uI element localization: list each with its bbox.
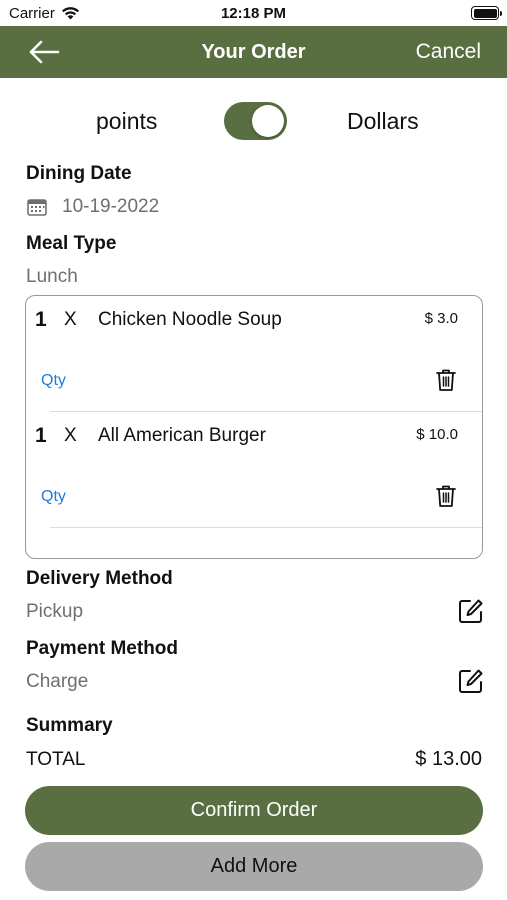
payment-method-heading: Payment Method	[26, 638, 179, 659]
item-quantity: 1	[35, 308, 47, 331]
item-name: All American Burger	[98, 425, 266, 446]
total-value: $ 13.00	[415, 748, 482, 770]
toggle-knob	[252, 105, 284, 137]
meal-type-heading: Meal Type	[26, 233, 117, 254]
qty-button[interactable]: Qty	[41, 488, 66, 506]
dollars-label: Dollars	[347, 108, 419, 134]
edit-payment-icon[interactable]	[458, 668, 484, 694]
order-items-list: 1 X Chicken Noodle Soup $ 3.0 Qty 1 X Al…	[25, 295, 483, 559]
item-price: $ 3.0	[424, 310, 458, 327]
order-item-row: 1 X All American Burger $ 10.0 Qty	[26, 412, 482, 528]
confirm-order-button[interactable]: Confirm Order	[25, 786, 483, 835]
item-name: Chicken Noodle Soup	[98, 309, 282, 330]
delivery-method-heading: Delivery Method	[26, 568, 173, 589]
item-quantity: 1	[35, 424, 47, 447]
calendar-icon	[27, 199, 47, 216]
item-multiply-sign: X	[64, 425, 77, 446]
dining-date-value: 10-19-2022	[62, 196, 160, 217]
summary-heading: Summary	[26, 715, 113, 736]
total-label: TOTAL	[26, 749, 86, 770]
cancel-button[interactable]: Cancel	[416, 40, 481, 64]
dining-date-heading: Dining Date	[26, 163, 132, 184]
item-price: $ 10.0	[416, 426, 458, 443]
trash-icon[interactable]	[435, 368, 457, 392]
clock: 12:18 PM	[220, 5, 287, 22]
add-more-button[interactable]: Add More	[25, 842, 483, 891]
payment-method-value: Charge	[26, 671, 89, 692]
currency-toggle[interactable]	[224, 102, 287, 140]
navigation-bar: Your Order Cancel	[0, 26, 507, 78]
battery-icon	[471, 6, 502, 20]
delivery-method-value: Pickup	[26, 601, 84, 622]
meal-type-value: Lunch	[26, 266, 78, 287]
item-multiply-sign: X	[64, 309, 77, 330]
trash-icon[interactable]	[435, 484, 457, 508]
edit-delivery-icon[interactable]	[458, 598, 484, 624]
points-label: points	[96, 108, 158, 134]
item-divider	[50, 527, 482, 528]
qty-button[interactable]: Qty	[41, 372, 66, 390]
status-bar: Carrier 12:18 PM	[0, 0, 507, 26]
order-item-row: 1 X Chicken Noodle Soup $ 3.0 Qty	[26, 296, 482, 412]
